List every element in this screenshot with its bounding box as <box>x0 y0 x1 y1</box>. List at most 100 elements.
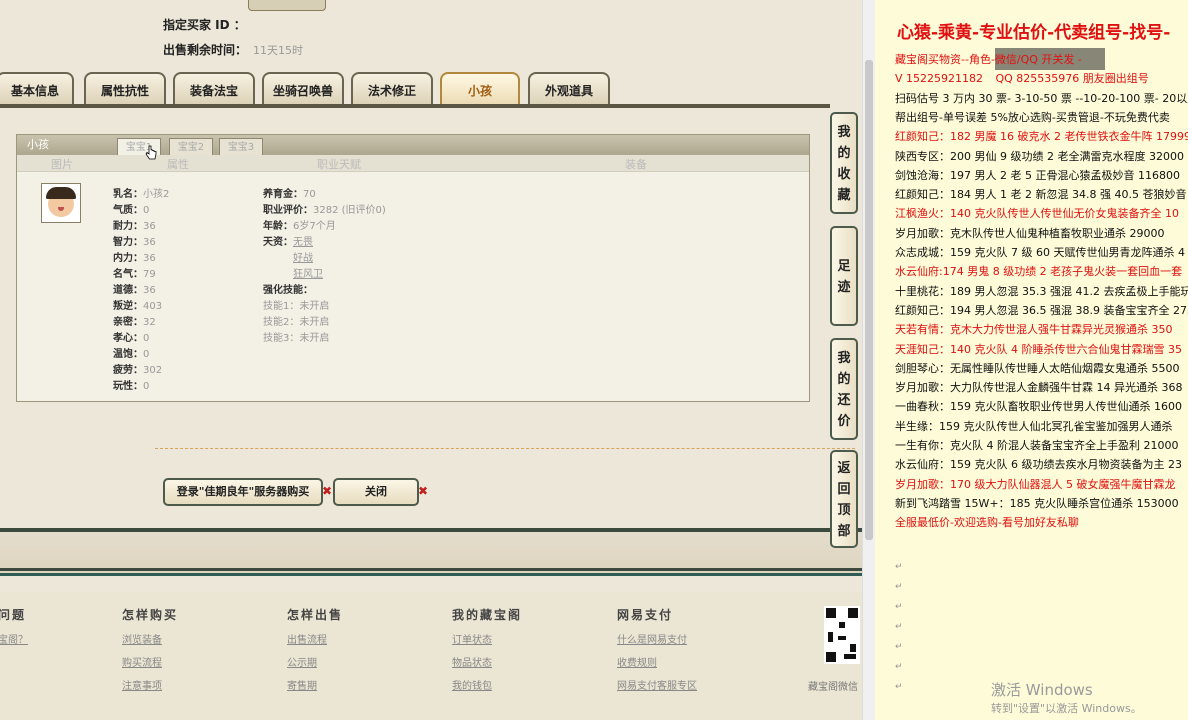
ad-line: 水云仙府:174 男鬼 8 级功绩 2 老孩子鬼火装一套回血一套 <box>895 265 1183 279</box>
top-partial-button[interactable] <box>248 0 326 11</box>
game-trade-page: 指定买家 ID ： 出售剩余时间： 11天15时 基本信息 属性抗性 装备法宝 坐… <box>0 0 862 720</box>
paragraph-mark-icon: ↵ <box>895 682 903 692</box>
attr-value: 36 <box>143 237 156 248</box>
ad-line: V 15225921182 QQ 825535976 朋友圈出组号 <box>895 72 1149 86</box>
ad-line: 天若有情：克木大力传世混人强牛甘霖异光灵猴通杀 350 <box>895 323 1173 337</box>
footer-col-how-buy: 怎样购买 浏览装备 购买流程 注意事项 <box>122 606 178 692</box>
login-server-buy-button[interactable]: 登录"佳期良年"服务器购买 <box>163 478 323 506</box>
attr-row: 孝心：0 <box>113 329 149 344</box>
attr-key: 叛逆： <box>113 301 143 312</box>
ad-title: 心猿-乘黄-专业估价-代卖组号-找号- <box>897 23 1171 43</box>
talent-link-2[interactable]: 好战 <box>293 253 313 264</box>
paragraph-mark-icon: ↵ <box>895 562 903 572</box>
talent-link-1[interactable]: 无畏 <box>293 237 313 248</box>
tab-underline <box>0 104 830 108</box>
site-footer: 问题 宝阁？ 怎样购买 浏览装备 购买流程 注意事项 怎样出售 出售流程 公示期… <box>0 592 862 720</box>
subtab-baby2[interactable]: 宝宝2 <box>169 138 213 155</box>
attr-key: 温饱： <box>113 349 143 360</box>
ad-line: 岁月加歌：大力队传世混人金麟强牛甘霖 14 异光通杀 368 <box>895 381 1183 395</box>
ad-line: 岁月加歌：克木队传世人仙鬼种植畜牧职业通杀 29000 <box>895 226 1165 240</box>
attr-value: 0 <box>143 381 150 392</box>
attr-row: 疲劳：302 <box>113 361 162 376</box>
footer-pay-link-2[interactable]: 收费规则 <box>617 654 697 669</box>
footer-pay-heading: 网易支付 <box>617 608 674 622</box>
footer-buy-link-3[interactable]: 注意事项 <box>122 677 178 692</box>
skill2-value: 未开启 <box>299 317 330 328</box>
sale-time-value: 11天15时 <box>253 44 304 57</box>
footer-my-link-3[interactable]: 我的钱包 <box>452 677 522 692</box>
sale-time-label-text: 出售剩余时间： <box>163 43 248 57</box>
page-border-band <box>0 528 862 576</box>
skill1-key: 技能1： <box>263 301 300 312</box>
attr-skill-1: 技能1：未开启 <box>263 297 329 312</box>
skill3-key: 技能3： <box>263 333 300 344</box>
footer-sell-link-1[interactable]: 出售流程 <box>287 631 343 646</box>
top-char-2: 回 <box>837 482 851 497</box>
ad-line: 十里桃花：189 男人忽混 35.3 强混 41.2 去疾孟极上手能玩 <box>895 284 1188 298</box>
footer-pay-link-1[interactable]: 什么是网易支付 <box>617 631 697 646</box>
attr-key: 乳名： <box>113 189 143 200</box>
tab-attributes[interactable]: 属性抗性 <box>84 72 166 104</box>
ad-line: 众志成城：159 克火队 7 级 60 天赋传世仙男青龙阵通杀 4 <box>895 246 1185 259</box>
attr-key: 名气： <box>113 269 143 280</box>
my-counteroffer-button[interactable]: 我 的 还 价 <box>830 338 858 440</box>
footer-pay-link-3[interactable]: 网易支付客服专区 <box>617 677 697 692</box>
footer-buy-link-2[interactable]: 购买流程 <box>122 654 178 669</box>
tab-basic-info[interactable]: 基本信息 <box>0 72 74 104</box>
attr-row: 温饱：0 <box>113 345 149 360</box>
offer-char-3: 还 <box>837 393 851 408</box>
ad-line: 红颜知己：184 男人 1 老 2 新忽混 34.8 强 40.5 苍狼妙音 2 <box>895 188 1188 202</box>
fav-char-3: 收 <box>837 167 851 182</box>
attr-key: 内力： <box>113 253 143 264</box>
footer-my-heading: 我的藏宝阁 <box>452 608 523 622</box>
footprint-button[interactable]: 足 迹 <box>830 226 858 326</box>
page-scrollbar[interactable] <box>862 0 875 720</box>
attr-talent-2: 好战 <box>293 249 313 264</box>
ad-line: 新到飞鸿踏雪 15W+：185 克火队睡杀宫位通杀 153000 <box>895 496 1179 510</box>
attr-key: 气质： <box>113 205 143 216</box>
col-image: 图片 <box>51 158 73 171</box>
footprint-char-2: 迹 <box>837 280 851 295</box>
tab-mounts[interactable]: 坐骑召唤兽 <box>262 72 344 104</box>
back-to-top-button[interactable]: 返 回 顶 部 <box>830 450 858 548</box>
tab-appearance[interactable]: 外观道具 <box>528 72 610 104</box>
attr-value: 0 <box>143 205 150 216</box>
col-attributes: 属性 <box>167 158 189 171</box>
subtab-baby3[interactable]: 宝宝3 <box>219 138 263 155</box>
qr-label: 藏宝阁微信 <box>808 682 858 693</box>
attr-talent-key: 天资： <box>263 237 293 248</box>
attr-value: 0 <box>143 333 150 344</box>
footer-sell-link-3[interactable]: 寄售期 <box>287 677 343 692</box>
wechat-qr-code <box>824 606 860 664</box>
footer-faq-link[interactable]: 宝阁？ <box>0 631 28 646</box>
footer-sell-heading: 怎样出售 <box>287 608 344 622</box>
col-career-talent: 职业天赋 <box>317 158 361 171</box>
my-favorites-button[interactable]: 我 的 收 藏 <box>830 112 858 214</box>
ad-line: 半生缘：159 克火队传世人仙北冥孔雀宝鉴加强男人通杀 <box>895 419 1173 433</box>
tab-spells[interactable]: 法术修正 <box>351 72 433 104</box>
scrollbar-thumb[interactable] <box>865 60 873 540</box>
tab-equipment[interactable]: 装备法宝 <box>173 72 255 104</box>
close-button[interactable]: 关闭 <box>333 478 419 506</box>
windows-activation-subtext: 转到"设置"以激活 Windows。 <box>991 702 1142 715</box>
footprint-char-1: 足 <box>837 259 851 274</box>
attr-value: 302 <box>143 365 163 376</box>
attr-value: 小孩2 <box>143 189 170 200</box>
footer-my-link-2[interactable]: 物品状态 <box>452 654 522 669</box>
talent-link-3[interactable]: 狂风卫 <box>293 269 323 280</box>
footer-buy-link-1[interactable]: 浏览装备 <box>122 631 178 646</box>
attr-eval-key: 职业评价： <box>263 205 313 216</box>
tab-child[interactable]: 小孩 <box>440 72 520 104</box>
top-char-4: 部 <box>837 524 851 539</box>
attr-key: 智力： <box>113 237 143 248</box>
attr-skill-2: 技能2：未开启 <box>263 313 329 328</box>
attr-skill-key: 强化技能： <box>263 285 313 296</box>
ad-line: 扫码估号 3 万内 30 票- 3-10-50 票 --10-20-100 票-… <box>895 91 1188 105</box>
footer-sell-link-2[interactable]: 公示期 <box>287 654 343 669</box>
footer-buy-heading: 怎样购买 <box>122 608 179 622</box>
paragraph-mark-icon: ↵ <box>895 662 903 672</box>
footer-my-link-1[interactable]: 订单状态 <box>452 631 522 646</box>
fav-char-4: 藏 <box>837 188 851 203</box>
fav-char-2: 的 <box>837 146 851 161</box>
paragraph-mark-icon: ↵ <box>895 602 903 612</box>
